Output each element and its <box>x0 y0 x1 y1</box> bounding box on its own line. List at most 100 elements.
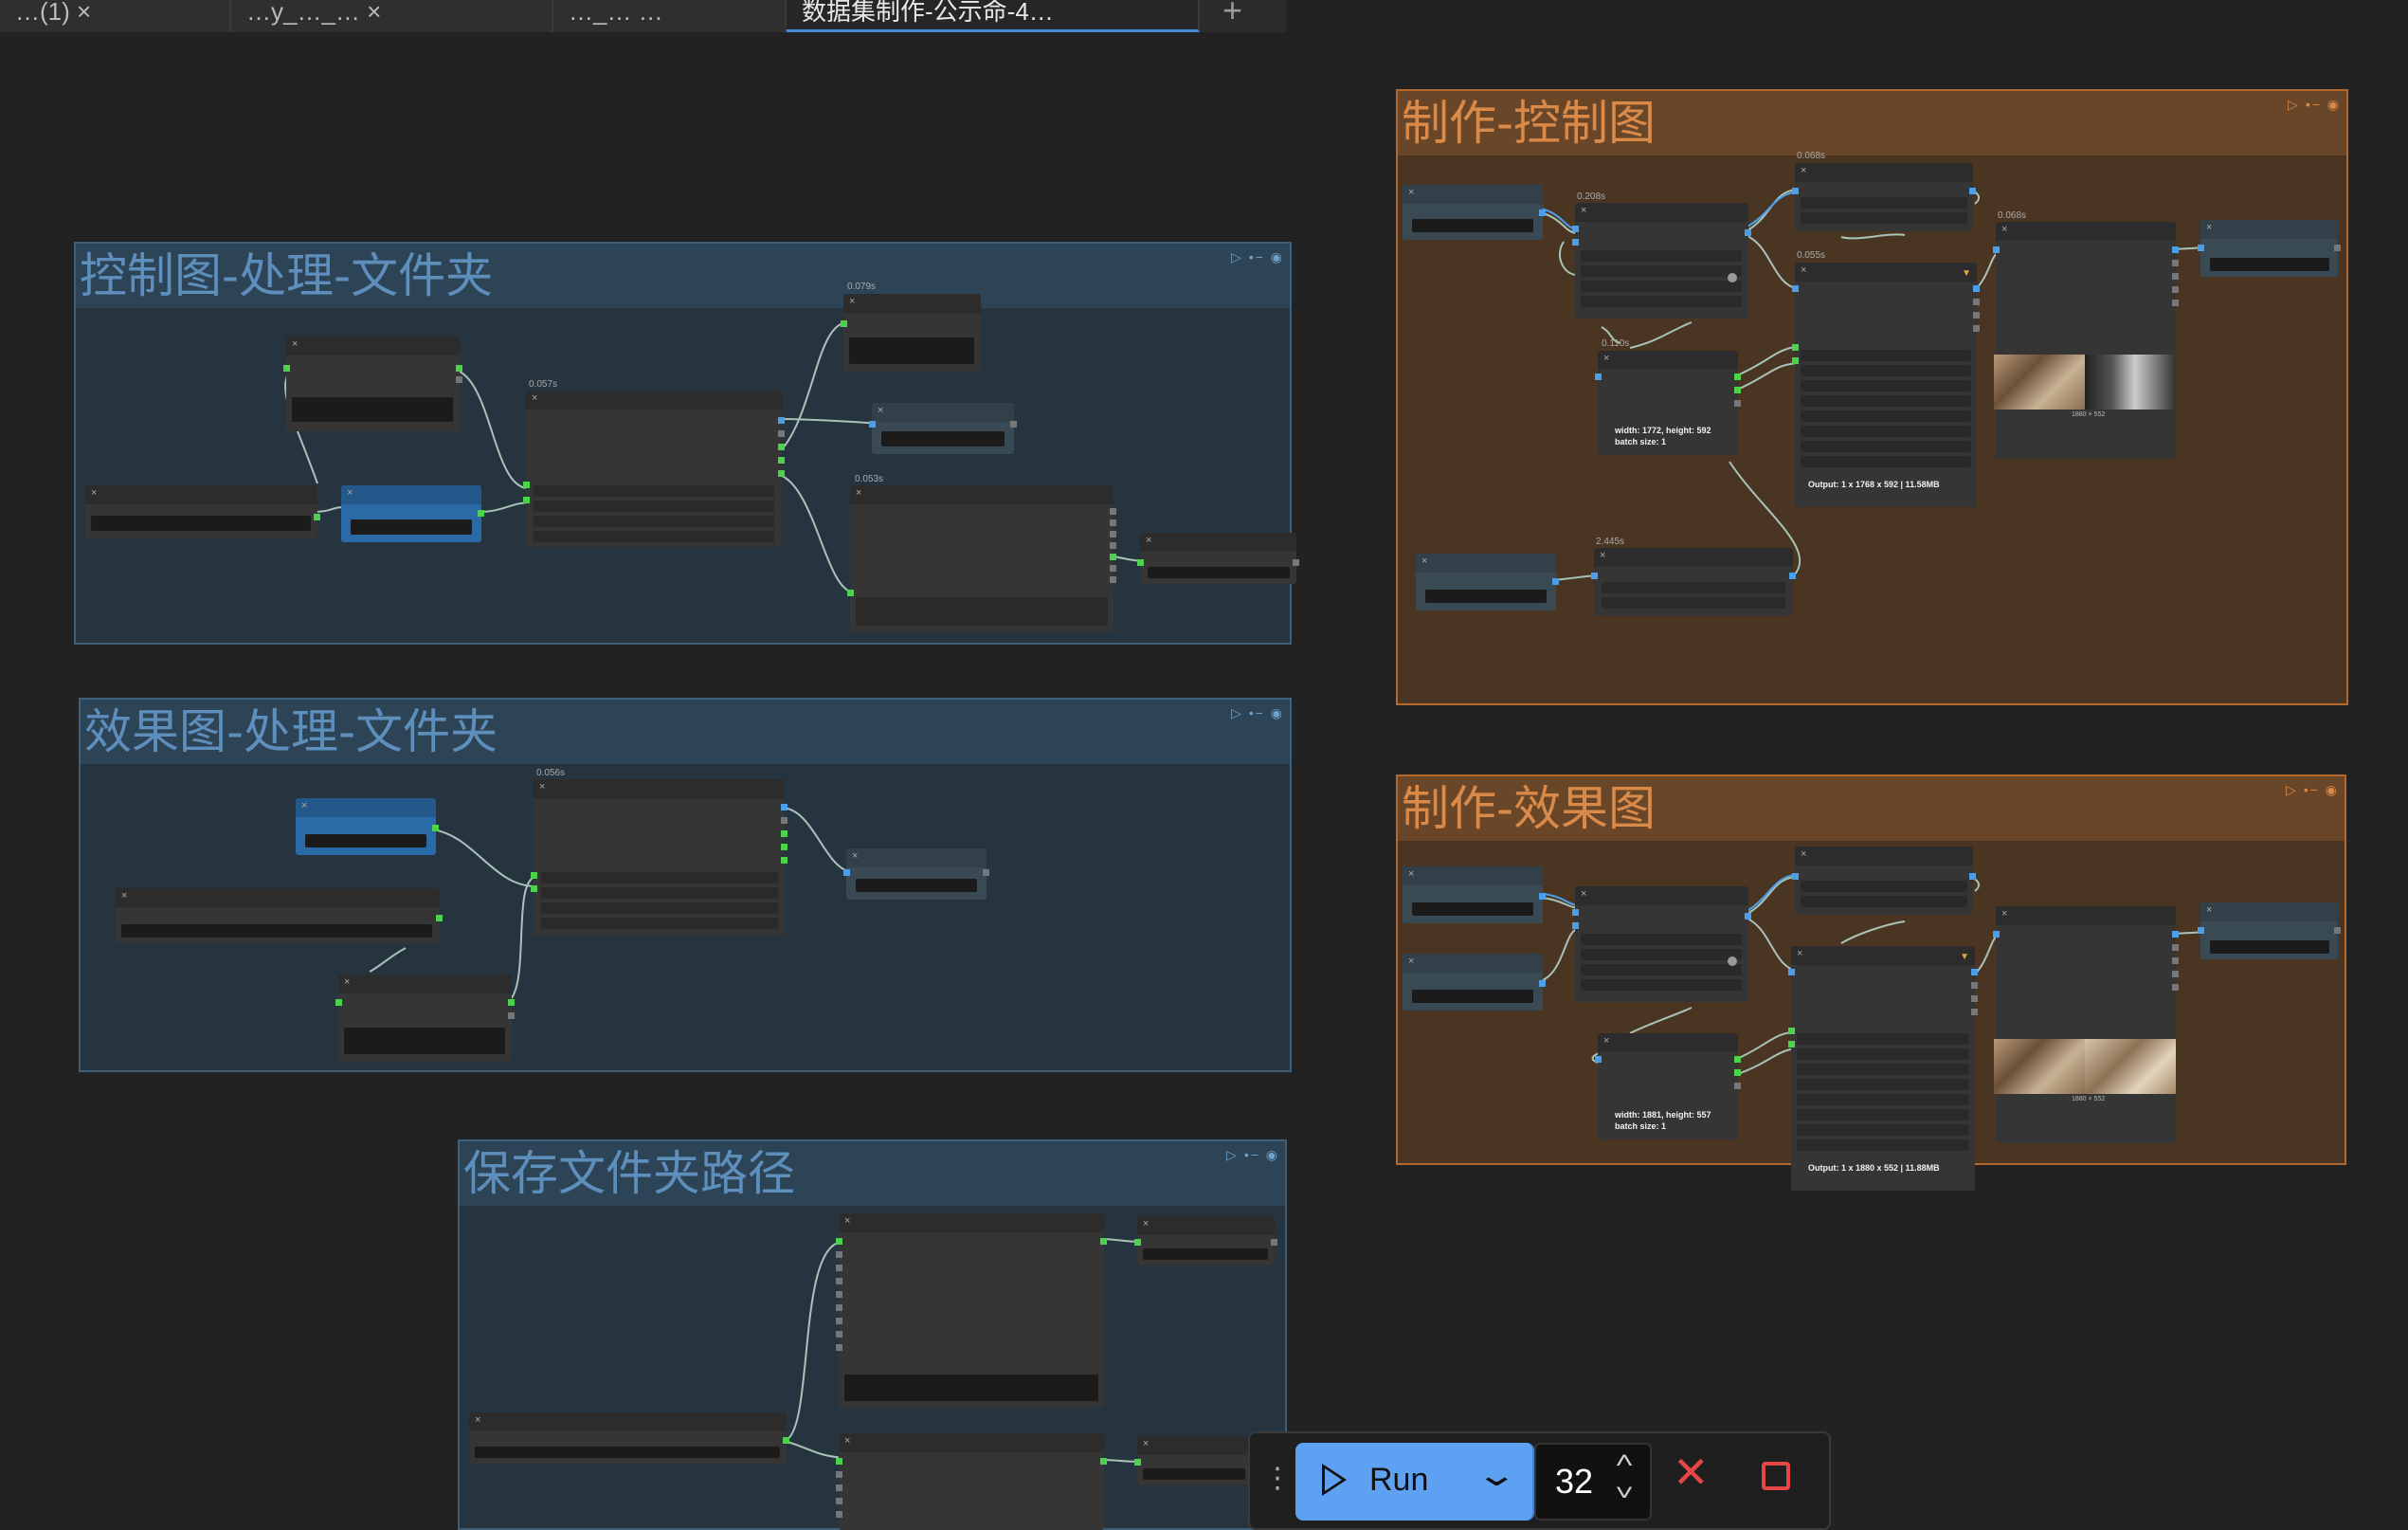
node-collapse-icon[interactable]: × <box>1581 205 1586 216</box>
input-port[interactable] <box>836 1511 842 1518</box>
input-port[interactable] <box>1134 1239 1141 1246</box>
input-port[interactable] <box>836 1484 842 1491</box>
output-port[interactable] <box>1734 1056 1741 1063</box>
group-toolbar-icons[interactable]: ▷ •− ◉ <box>2286 782 2339 798</box>
output-port[interactable] <box>781 844 788 850</box>
node-widget[interactable] <box>1797 1124 1969 1136</box>
node-image-list[interactable]: × <box>847 485 1116 632</box>
node-collapse-icon[interactable]: × <box>1801 848 1806 860</box>
node-show-any[interactable]: × <box>869 403 1017 454</box>
node-collapse-icon[interactable]: × <box>1146 535 1151 546</box>
workflow-tab[interactable]: …y_…_… × <box>231 0 553 32</box>
node-collapse-icon[interactable]: × <box>532 392 537 404</box>
node-widget[interactable] <box>534 516 774 527</box>
workflow-tab[interactable]: …(1) × <box>0 0 231 32</box>
node-widget[interactable] <box>1801 212 1967 224</box>
input-port[interactable] <box>1788 1028 1795 1034</box>
output-port[interactable] <box>783 1437 789 1444</box>
output-port[interactable] <box>1110 519 1116 526</box>
node-image-concat[interactable]: × ▼ Output: 1 x 1768 x 592 | 11.58MB <box>1792 263 1980 507</box>
node-widget[interactable] <box>1602 597 1785 609</box>
node-widget[interactable] <box>1143 1468 1245 1480</box>
output-port[interactable] <box>778 457 785 464</box>
workflow-tab[interactable]: …_… … <box>553 0 787 32</box>
node-collapse-icon[interactable]: × <box>1603 353 1609 364</box>
input-port[interactable] <box>836 1265 842 1271</box>
input-port[interactable] <box>1993 931 2000 938</box>
output-port[interactable] <box>1110 565 1116 572</box>
node-widget[interactable] <box>1425 590 1547 603</box>
node-widget[interactable] <box>856 879 977 892</box>
node-collapse-icon[interactable]: × <box>2001 224 2007 235</box>
node-batch-process[interactable]: × <box>531 779 788 936</box>
node-image-scale[interactable]: × <box>1792 163 1976 231</box>
node-widget[interactable] <box>1797 1094 1969 1105</box>
input-port[interactable] <box>836 1344 842 1351</box>
input-port[interactable] <box>836 1251 842 1258</box>
node-save-image[interactable]: × <box>2198 902 2341 959</box>
node-load-image[interactable]: × <box>283 337 462 431</box>
node-preview-image[interactable]: × 1880 × 552 <box>1993 906 2179 1143</box>
node-image-concat[interactable]: × ▼ Output: 1 x 1880 x 552 | 11.88MB <box>1788 946 1978 1191</box>
output-port[interactable] <box>1973 285 1980 292</box>
node-save-folder[interactable]: × <box>836 1213 1107 1408</box>
node-string-input[interactable]: × <box>116 888 443 943</box>
node-widget[interactable] <box>856 597 1108 626</box>
node-widget[interactable] <box>1412 219 1533 232</box>
output-port[interactable] <box>1973 325 1980 332</box>
input-port[interactable] <box>283 365 290 372</box>
input-port[interactable] <box>841 320 847 327</box>
node-widget[interactable] <box>91 516 311 531</box>
output-port[interactable] <box>1734 400 1741 407</box>
node-widget[interactable] <box>844 1375 1098 1401</box>
node-widget[interactable] <box>1581 964 1742 975</box>
node-widget[interactable] <box>344 1028 505 1054</box>
input-port[interactable] <box>836 1498 842 1504</box>
input-port[interactable] <box>1572 909 1579 916</box>
node-widget[interactable] <box>534 485 774 497</box>
node-collapse-icon[interactable]: × <box>475 1414 480 1426</box>
input-port[interactable] <box>523 497 530 503</box>
input-port[interactable] <box>1572 239 1579 246</box>
output-port[interactable] <box>1110 554 1116 560</box>
node-widget[interactable] <box>534 501 774 512</box>
node-folder-path[interactable]: × <box>341 485 484 542</box>
node-collapse-icon[interactable]: × <box>878 405 883 416</box>
input-port[interactable] <box>836 1458 842 1465</box>
output-port[interactable] <box>1973 299 1980 305</box>
node-widget[interactable] <box>1797 1048 1969 1060</box>
node-widget[interactable] <box>541 918 778 929</box>
toggle-knob[interactable] <box>1728 273 1737 282</box>
input-port[interactable] <box>836 1471 842 1478</box>
node-widget[interactable] <box>1581 281 1742 292</box>
node-collapse-icon[interactable]: × <box>2001 908 2007 920</box>
node-resize-image[interactable]: × <box>1572 203 1751 319</box>
node-image-size[interactable]: × width: 1772, height: 592 batch size: 1 <box>1595 351 1741 455</box>
output-port[interactable] <box>1734 373 1741 380</box>
output-port[interactable] <box>2172 260 2179 266</box>
input-port[interactable] <box>1792 344 1799 351</box>
node-load-image[interactable]: × <box>1403 866 1546 923</box>
input-port[interactable] <box>836 1331 842 1338</box>
input-port[interactable] <box>1788 1041 1795 1047</box>
node-widget[interactable] <box>534 531 774 542</box>
node-widget[interactable] <box>121 924 432 938</box>
node-collapse-icon[interactable]: × <box>844 1435 850 1447</box>
output-port[interactable] <box>1293 559 1299 566</box>
node-controlnet-preprocess[interactable]: × <box>1591 548 1796 616</box>
node-collapse-icon[interactable]: × <box>1143 1218 1149 1229</box>
group-toolbar-icons[interactable]: ▷ •− ◉ <box>1231 249 1284 265</box>
output-port[interactable] <box>2172 286 2179 293</box>
input-port[interactable] <box>1591 573 1598 579</box>
output-port[interactable] <box>983 869 989 876</box>
node-widget[interactable] <box>1801 426 1971 437</box>
input-port[interactable] <box>1993 246 2000 253</box>
output-port[interactable] <box>781 804 788 811</box>
input-port[interactable] <box>531 885 537 892</box>
output-port[interactable] <box>1745 229 1751 236</box>
output-port[interactable] <box>456 365 462 372</box>
node-widget[interactable] <box>1581 296 1742 307</box>
node-batch-process[interactable]: × <box>523 391 785 547</box>
output-port[interactable] <box>1745 913 1751 920</box>
output-port[interactable] <box>1271 1239 1277 1246</box>
